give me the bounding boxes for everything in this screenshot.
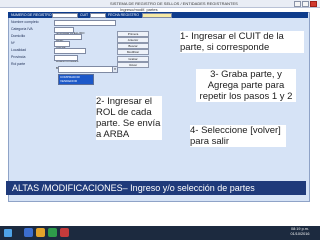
form-header-bar: NUMERO DE REGISTRO CUIT FECHA REGISTRO [8,12,308,18]
window-title: SISTEMA DE REGISTRO DE SELLOS / ENTIDADE… [110,1,238,6]
field-label-iva: Categoría IVA [11,27,33,31]
section-banner: ALTAS /MODIFICACIONES– Ingreso y/o selec… [6,181,306,195]
callout-volver: 4- Seleccione [volver] para salir [190,125,286,147]
callout-graba: 3- Graba parte, y Agrega parte para repe… [196,69,296,102]
field-label-nombre: Nombre completo [11,20,39,24]
modificar-button[interactable]: Modificar [117,49,149,55]
tray-date: 01/10/2016 [290,232,310,236]
domicilio-input[interactable]: CALLE [54,34,82,49]
provincia-input[interactable]: BS. AS. [54,55,78,70]
taskbar-app-icon[interactable] [60,228,69,237]
registro-input[interactable] [52,13,78,18]
title-bar: SISTEMA DE REGISTRO DE SELLOS / ENTIDADE… [0,0,320,8]
field-label-localidad: Localidad [11,48,26,52]
rol-option[interactable]: VENDEDOR [59,79,93,83]
field-label-domicilio: Domicilio [11,34,26,38]
tray-clock[interactable]: 08:19 p.m. 01/10/2016 [283,227,317,237]
iva-input[interactable]: Resp. [54,27,74,42]
rol-listbox[interactable]: COMPRADOR VENDEDOR [58,74,94,85]
cuit-input[interactable] [90,13,106,18]
windows-start-icon[interactable] [4,229,12,237]
localidad-input[interactable]: BUENOS AIRES [54,48,86,63]
field-label-rol: Rol parte [11,62,26,66]
numero-input[interactable] [54,41,70,47]
maximize-button[interactable] [302,1,309,7]
nombre-input[interactable]: NOMBRE APELLIDO [54,20,116,35]
close-button[interactable] [310,1,317,7]
volver-button[interactable]: Volver [117,62,149,68]
field-label-numero: Nº [11,41,15,45]
callout-rol: 2- Ingresar el ROL de cada parte. Se env… [96,96,162,140]
taskbar-folder-icon[interactable] [36,228,45,237]
rol-combo[interactable]: COMPRADOR ▾ [58,66,118,81]
taskbar-app-icon[interactable] [48,228,57,237]
minimize-button[interactable] [294,1,301,7]
taskbar-app-icon[interactable] [24,228,33,237]
cuit-label: CUIT [80,13,89,17]
fecha-input[interactable] [142,13,172,18]
registro-label: NUMERO DE REGISTRO [11,13,52,17]
callout-cuit: 1- Ingresar el CUIT de la parte, si corr… [180,31,304,53]
field-label-provincia: Provincia [11,55,26,59]
fecha-label: FECHA REGISTRO [108,13,139,17]
